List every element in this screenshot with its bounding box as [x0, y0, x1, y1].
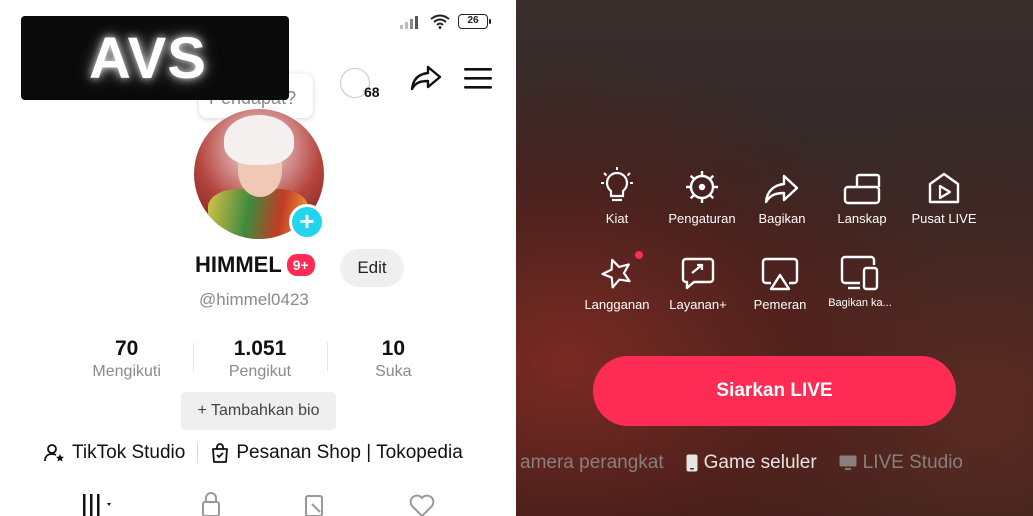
add-story-button[interactable]: +: [289, 204, 325, 240]
stat-label: Pengikut: [228, 363, 292, 380]
stat-followers[interactable]: 1.051 Pengikut: [193, 337, 326, 381]
tab-device-camera[interactable]: amera perangkat: [520, 452, 664, 474]
shop-orders-link[interactable]: Pesanan Shop | Tokopedia: [236, 442, 462, 464]
profile-panel: 26 68 Pendapat? + HIMMEL 9+ Edit @himmel…: [0, 0, 516, 516]
share-profile-icon[interactable]: [410, 64, 442, 92]
status-bar: 26: [400, 14, 491, 29]
subscription-icon: [601, 258, 631, 289]
landscape-icon: [843, 173, 881, 205]
cast-icon: [761, 257, 799, 291]
battery-indicator: 26: [458, 14, 491, 29]
shopping-bag-icon: [212, 443, 229, 463]
link-divider: [197, 443, 199, 463]
menu-item-label: Kiat: [605, 211, 629, 226]
menu-item-label: Pusat LIVE: [911, 211, 977, 226]
tab-mobile-game[interactable]: Game seluler: [686, 452, 817, 474]
signal-icon: [400, 15, 418, 29]
tab-live-studio[interactable]: LIVE Studio: [839, 452, 963, 474]
menu-item-live-center[interactable]: Pusat LIVE: [896, 165, 992, 226]
videos-grid-icon[interactable]: [79, 490, 119, 516]
menu-icon[interactable]: [464, 67, 492, 89]
services-icon: [681, 257, 715, 290]
username: HIMMEL: [195, 252, 282, 277]
monitor-icon: [839, 455, 857, 470]
menu-item-label: Bagikan ka...: [828, 297, 892, 309]
go-live-button[interactable]: Siarkan LIVE: [593, 356, 956, 426]
menu-item-share-screen[interactable]: Bagikan ka...: [812, 251, 908, 309]
watermark-text: AVS: [89, 25, 207, 91]
lock-icon[interactable]: [198, 490, 224, 516]
stat-value: 70: [114, 337, 139, 360]
person-star-icon: [44, 444, 64, 462]
share-screen-icon: [840, 255, 879, 291]
tiktok-studio-link[interactable]: TikTok Studio: [72, 442, 185, 464]
source-tabs: amera perangkat Game seluler LIVE Studio: [520, 452, 963, 474]
liked-icon[interactable]: [407, 490, 437, 516]
edit-profile-button[interactable]: Edit: [340, 249, 404, 287]
tab-label: LIVE Studio: [862, 452, 963, 473]
phone-icon: [686, 454, 698, 472]
live-setup-panel: Kiat Pengaturan Bagikan Lanskap Pusat LI…: [516, 0, 1033, 516]
stat-value: 10: [381, 337, 405, 360]
profile-top-actions: 68: [340, 64, 492, 100]
avatar-figure-hair: [224, 115, 294, 165]
live-center-icon: [928, 172, 960, 204]
profile-stats: 70 Mengikuti 1.051 Pengikut 10 Suka: [60, 337, 460, 381]
profile-tabs: [0, 490, 516, 516]
profile-links: TikTok Studio Pesanan Shop | Tokopedia: [44, 442, 463, 464]
lightbulb-icon: [601, 167, 633, 202]
menu-item-tips[interactable]: Kiat: [569, 165, 665, 226]
name-row: HIMMEL 9+: [195, 252, 315, 278]
tab-label: Game seluler: [703, 452, 817, 473]
stat-label: Suka: [375, 363, 412, 380]
watermark-logo: AVS: [21, 16, 289, 100]
wifi-icon: [430, 14, 450, 29]
stat-likes[interactable]: 10 Suka: [326, 337, 460, 381]
stat-following[interactable]: 70 Mengikuti: [60, 337, 193, 381]
friends-count: 68: [364, 84, 380, 100]
add-bio-button[interactable]: + Tambahkan bio: [181, 392, 336, 430]
user-handle: @himmel0423: [199, 290, 309, 309]
notification-badge[interactable]: 9+: [286, 254, 315, 276]
settings-icon: [686, 171, 718, 203]
new-indicator-dot: [635, 251, 643, 259]
stat-label: Mengikuti: [92, 363, 161, 380]
reposts-icon[interactable]: [302, 490, 328, 516]
share-icon: [764, 174, 799, 204]
stat-value: 1.051: [233, 337, 287, 360]
